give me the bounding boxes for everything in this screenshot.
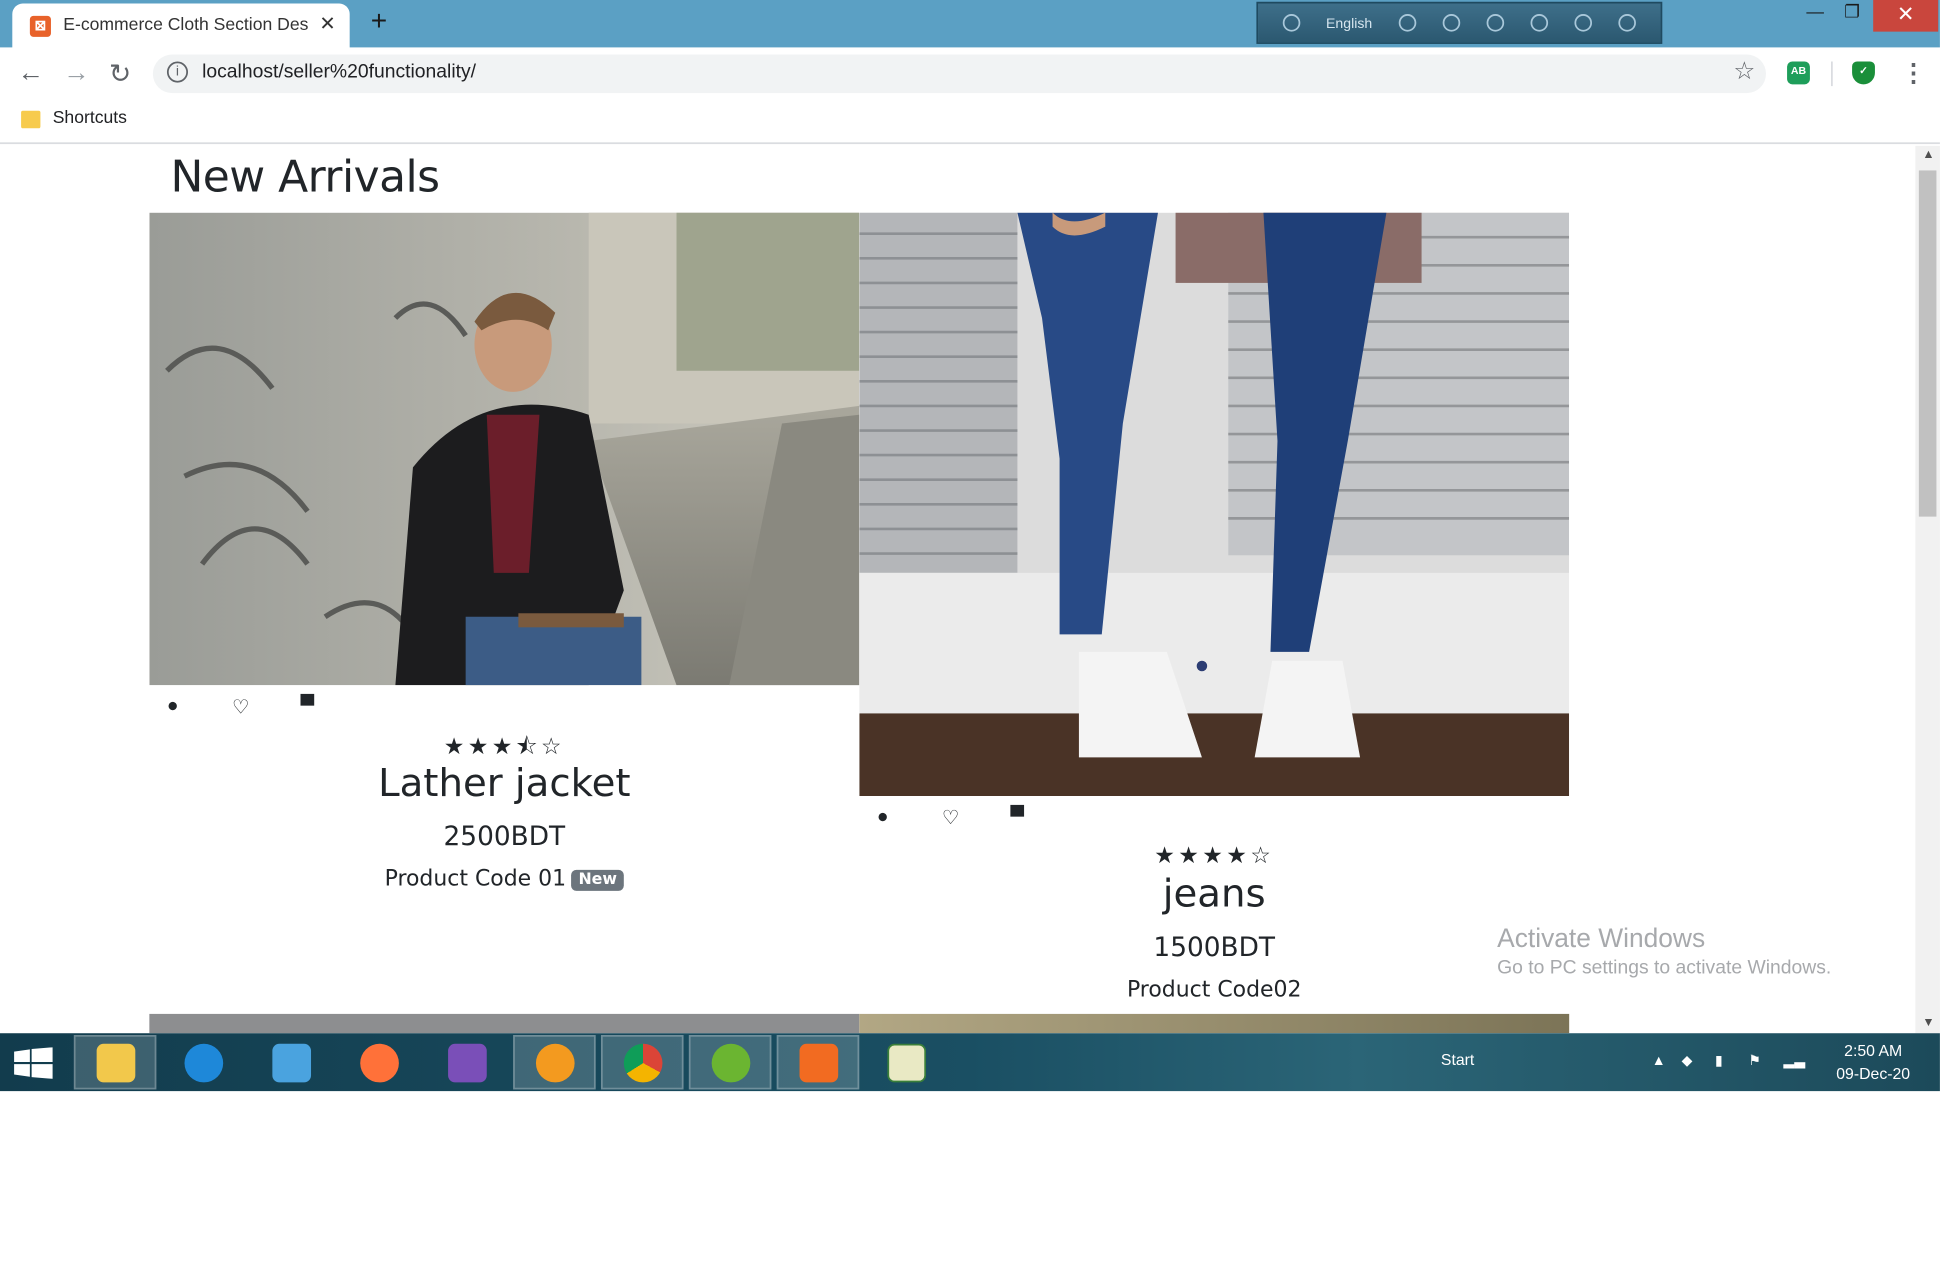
taskbar-settings-app[interactable] <box>513 1034 596 1090</box>
vertical-scrollbar[interactable]: ▲ ▼ <box>1915 145 1940 1034</box>
language-bar-keyboard-icon[interactable] <box>1398 14 1417 32</box>
gear-icon <box>535 1042 574 1082</box>
activate-line1: Activate Windows <box>1497 924 1706 955</box>
view-eye-icon[interactable]: ● <box>877 807 889 828</box>
taskbar-utorrent[interactable] <box>688 1034 772 1090</box>
page-title: New Arrivals <box>170 151 440 203</box>
language-bar[interactable]: English <box>1256 1 1663 44</box>
page-viewport: New Arrivals ● ♡ ▀ ★★★⯪☆ Lather jacket 2… <box>0 145 1916 1034</box>
firefox-icon <box>359 1042 399 1082</box>
taskbar-app-window[interactable] <box>250 1035 333 1089</box>
product-name: jeans <box>1162 873 1266 918</box>
rating-stars: ★★★★☆ <box>1154 841 1275 869</box>
language-bar-settings-icon[interactable] <box>1486 14 1505 32</box>
xampp-icon <box>798 1042 838 1082</box>
ie-icon <box>183 1042 223 1082</box>
wishlist-heart-icon[interactable]: ♡ <box>942 807 959 829</box>
clock-time: 2:50 AM <box>1844 1042 1903 1060</box>
language-bar-pen-icon[interactable] <box>1442 14 1461 32</box>
product-price: 2500BDT <box>443 820 566 853</box>
folder-icon <box>95 1042 135 1082</box>
taskbar-file-explorer[interactable] <box>73 1034 157 1090</box>
language-bar-info-icon[interactable] <box>1619 14 1637 32</box>
visual-studio-icon <box>447 1042 486 1082</box>
notepad-icon <box>886 1042 926 1082</box>
chrome-icon <box>622 1042 662 1082</box>
dropbox-tray-icon[interactable]: ◆ <box>1682 1053 1693 1069</box>
battery-tray-icon[interactable]: ▮ <box>1715 1053 1723 1069</box>
browser-toolbar: ← → ↻ i localhost/seller%20functionality… <box>0 47 1940 101</box>
tab-close-icon[interactable]: ✕ <box>319 12 335 35</box>
site-info-icon[interactable]: i <box>166 61 189 83</box>
shield-extension-icon[interactable]: ✓ <box>1852 61 1875 85</box>
language-label[interactable]: English <box>1326 15 1372 31</box>
signal-tray-icon[interactable]: ▂▃ <box>1784 1053 1806 1069</box>
activate-windows-watermark: Activate Windows Go to PC settings to ac… <box>1497 924 1831 978</box>
product-price: 1500BDT <box>1153 931 1276 963</box>
browser-titlebar: ⊠ E-commerce Cloth Section Desig ✕ + Eng… <box>0 0 1940 48</box>
scroll-down-arrow-icon[interactable]: ▼ <box>1922 1017 1934 1029</box>
product-image-next[interactable] <box>149 1013 860 1034</box>
jeans-photo-illustration <box>859 212 1570 797</box>
new-tab-button[interactable]: + <box>371 7 387 39</box>
taskbar-clock[interactable]: 2:50 AM 09-Dec-20 <box>1827 1040 1918 1086</box>
product-name: Lather jacket <box>378 762 631 807</box>
folder-icon[interactable] <box>21 110 41 129</box>
product-code: Product Code 01 New <box>149 865 859 891</box>
bookmark-star-icon[interactable]: ☆ <box>1733 56 1755 86</box>
tray-expand-icon[interactable]: ▲ <box>1652 1053 1666 1069</box>
taskbar-xampp[interactable] <box>776 1034 860 1090</box>
address-bar[interactable]: i localhost/seller%20functionality/ ☆ <box>152 54 1766 94</box>
cart-icon[interactable]: ▀ <box>300 696 314 717</box>
bookmarks-bar: Shortcuts <box>0 100 1940 145</box>
cart-icon[interactable]: ▀ <box>1010 807 1024 828</box>
language-bar-app-icon[interactable] <box>1281 14 1300 32</box>
product-code-text: Product Code 01 <box>384 864 567 891</box>
window-close-button[interactable]: ✕ <box>1873 0 1939 32</box>
taskbar-chrome[interactable] <box>600 1034 684 1090</box>
back-arrow-icon[interactable]: ← <box>18 58 44 88</box>
bookmark-shortcuts[interactable]: Shortcuts <box>53 109 127 128</box>
xampp-favicon-icon: ⊠ <box>29 14 51 37</box>
scrollbar-thumb[interactable] <box>1918 170 1937 517</box>
utorrent-icon <box>710 1042 750 1082</box>
forward-arrow-icon[interactable]: → <box>63 58 89 88</box>
url-text[interactable]: localhost/seller%20functionality/ <box>202 62 476 83</box>
windows-start-icon[interactable] <box>14 1047 53 1079</box>
windows-taskbar: Start ▲ ◆ ▮ ⚑ ▂▃ 2:50 AM 09-Dec-20 <box>0 1033 1940 1092</box>
product-image-jeans[interactable] <box>859 212 1570 797</box>
taskbar-visual-studio[interactable] <box>425 1035 508 1089</box>
product-code: Product Code02 <box>1126 975 1302 1002</box>
jacket-photo-illustration <box>149 212 860 686</box>
view-eye-icon[interactable]: ● <box>167 696 179 717</box>
taskbar-firefox[interactable] <box>337 1035 420 1089</box>
activate-line2: Go to PC settings to activate Windows. <box>1497 957 1832 979</box>
taskbar-editor[interactable] <box>865 1035 948 1089</box>
language-bar-help-icon[interactable] <box>1575 14 1593 32</box>
adblock-extension-icon[interactable]: AB <box>1787 61 1810 85</box>
browser-tab[interactable]: ⊠ E-commerce Cloth Section Desig ✕ <box>12 3 350 48</box>
language-bar-ie-icon[interactable] <box>1530 14 1549 32</box>
reload-icon[interactable]: ↻ <box>109 58 131 90</box>
scroll-up-arrow-icon[interactable]: ▲ <box>1922 149 1934 161</box>
browser-menu-icon[interactable]: ⋮ <box>1901 58 1926 88</box>
restore-button[interactable]: ❐ <box>1829 0 1875 32</box>
start-label[interactable]: Start <box>1441 1051 1474 1069</box>
product-image-next[interactable] <box>859 1013 1570 1034</box>
product-card: ● ♡ ▀ ★★★★☆ jeans 1500BDT Product Code02 <box>859 212 1570 1021</box>
flag-tray-icon[interactable]: ⚑ <box>1748 1053 1761 1069</box>
clock-date: 09-Dec-20 <box>1836 1064 1911 1083</box>
new-badge: New <box>571 869 625 891</box>
product-card: ● ♡ ▀ ★★★⯪☆ Lather jacket 2500BDT Produc… <box>149 212 860 1021</box>
screen: ⊠ E-commerce Cloth Section Desig ✕ + Eng… <box>0 0 1940 1092</box>
product-actions: ● ♡ ▀ <box>149 696 360 724</box>
product-image-jacket[interactable] <box>149 212 860 686</box>
taskbar-internet-explorer[interactable] <box>162 1035 245 1089</box>
window-app-icon <box>271 1042 311 1082</box>
wishlist-heart-icon[interactable]: ♡ <box>232 696 249 719</box>
toolbar-divider <box>1831 61 1833 87</box>
product-actions: ● ♡ ▀ <box>859 807 1070 835</box>
tab-title: E-commerce Cloth Section Desig <box>63 15 310 36</box>
